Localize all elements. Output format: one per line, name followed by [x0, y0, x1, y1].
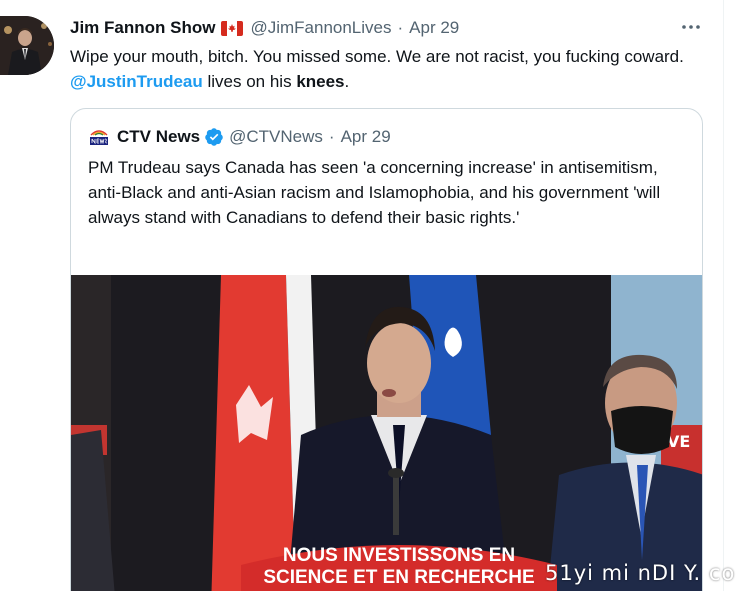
tweet-text: Wipe your mouth, bitch. You missed some.… — [70, 44, 710, 94]
mention-link[interactable]: @JustinTrudeau — [70, 72, 203, 91]
timeline-border — [723, 0, 724, 591]
quoted-separator: · — [328, 127, 335, 146]
author-name[interactable]: Jim Fannon Show — [70, 18, 215, 38]
tweet-text-bold: knees — [296, 72, 345, 91]
separator: · — [397, 18, 404, 37]
podium-text-line2: SCIENCE ET EN RECHERCHE — [263, 567, 534, 588]
more-horizontal-icon[interactable] — [678, 14, 704, 40]
quoted-date[interactable]: Apr 29 — [341, 127, 391, 147]
watermark: 51yi mi nDI Y. co — [545, 561, 736, 585]
ctv-news-avatar[interactable] — [88, 126, 110, 148]
podium-text-line1: NOUS INVESTISSONS EN — [283, 545, 515, 566]
quoted-tweet-header: CTV News @CTVNews · Apr 29 — [88, 125, 391, 149]
tweet-date[interactable]: Apr 29 — [409, 18, 459, 38]
quoted-tweet[interactable]: CTV News @CTVNews · Apr 29 PM Trudeau sa… — [70, 108, 703, 591]
author-handle[interactable]: @JimFannonLives — [250, 18, 391, 38]
verified-badge-icon — [204, 127, 224, 147]
tweet-text-part2: lives on his — [202, 72, 297, 91]
quoted-media-image[interactable]: VE NOUS INVESTISSONS EN SCIENCE ET EN RE… — [71, 275, 702, 591]
canada-flag-icon — [221, 20, 244, 36]
tweet[interactable]: Jim Fannon Show @JimFannonLives · Apr 29… — [0, 0, 736, 591]
quoted-author-handle[interactable]: @CTVNews — [229, 127, 323, 147]
tweet-header: Jim Fannon Show @JimFannonLives · Apr 29 — [70, 16, 459, 40]
tweet-text-part1: Wipe your mouth, bitch. You missed some.… — [70, 47, 684, 66]
quoted-tweet-text: PM Trudeau says Canada has seen 'a conce… — [88, 158, 661, 227]
quoted-author-name[interactable]: CTV News — [117, 127, 200, 147]
backdrop-text: VE — [667, 432, 690, 451]
avatar[interactable] — [0, 16, 54, 75]
tweet-text-part3: . — [344, 72, 350, 91]
